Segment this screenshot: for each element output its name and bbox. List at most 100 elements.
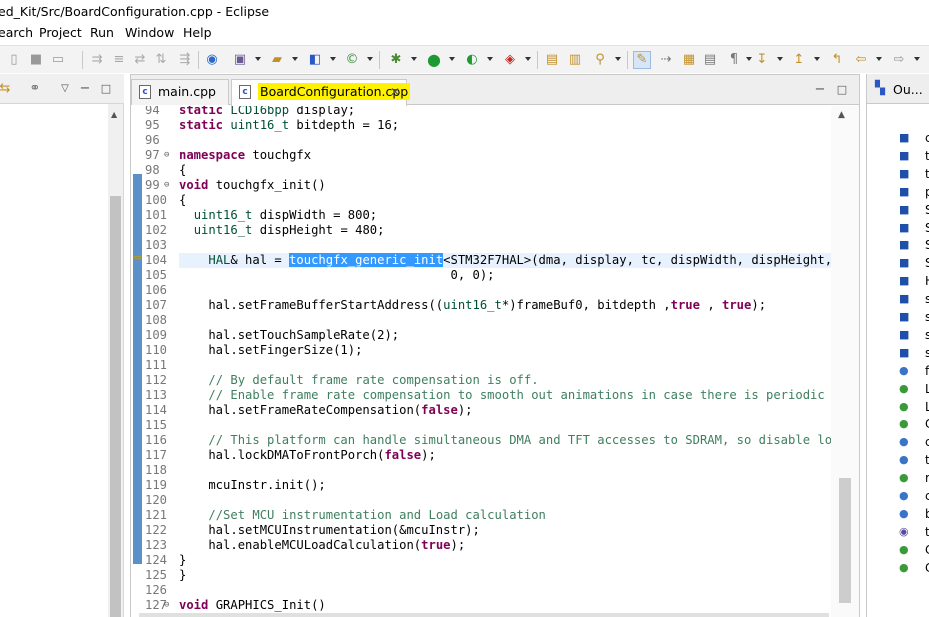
code-line[interactable]: 0, 0); <box>179 268 831 283</box>
scroll-up-icon[interactable]: ▲ <box>838 110 845 120</box>
outline-item[interactable]: ● c <box>899 488 929 505</box>
stop-icon[interactable]: ■ <box>27 51 45 69</box>
open-type-icon[interactable]: ▤ <box>543 51 561 69</box>
code-area[interactable]: ⇨ 94 95 96 97 ⊖ 98 99 ⊖ 100 101 102 103 104 105 106 107… <box>131 106 831 617</box>
maximize-icon[interactable]: □ <box>97 80 115 98</box>
previous-edit-icon[interactable]: ↥ <box>790 51 808 69</box>
debug-icon[interactable]: ✱ <box>387 51 405 69</box>
code-line[interactable] <box>179 133 831 148</box>
editor-maximize-icon[interactable]: □ <box>833 81 851 99</box>
outline-item[interactable]: ■ c <box>899 130 929 147</box>
back-icon[interactable]: ⇦ <box>852 51 870 69</box>
code-line[interactable]: } <box>179 568 831 583</box>
code-line[interactable] <box>179 493 831 508</box>
tab-boardconfiguration-cpp[interactable]: c BoardConfiguration.cpp ✕ <box>231 79 411 106</box>
step-over-icon[interactable]: ⇉ <box>88 51 106 69</box>
step-return-icon[interactable]: ⇄ <box>131 51 149 69</box>
forward-icon[interactable]: ⇨ <box>890 51 908 69</box>
code-line[interactable]: mcuInstr.init(); <box>179 478 831 493</box>
outline-item[interactable]: ● c <box>899 434 929 451</box>
outline-item[interactable]: ◉ t <box>899 524 929 541</box>
outline-item[interactable]: ■ s <box>899 309 929 326</box>
code-line[interactable] <box>179 313 831 328</box>
fold-toggle-icon[interactable]: ⊖ <box>164 598 169 613</box>
tab-main-cpp[interactable]: c main.cpp <box>131 79 229 105</box>
outline-item[interactable]: ■ S <box>899 202 929 219</box>
outline-item[interactable]: ■ S <box>899 255 929 272</box>
code-line[interactable] <box>179 358 831 373</box>
code-line[interactable]: { <box>179 163 831 178</box>
code-line[interactable]: uint16_t dispHeight = 480; <box>179 223 831 238</box>
show-whitespace-icon[interactable]: ¶ <box>725 51 743 69</box>
next-annotation-icon[interactable]: ⇢ <box>657 51 675 69</box>
minimize-icon[interactable]: − <box>76 80 94 98</box>
next-edit-icon[interactable]: ↧ <box>753 51 771 69</box>
open-resource-icon[interactable]: ▥ <box>566 51 584 69</box>
code-line[interactable]: namespace touchgfx <box>179 148 831 163</box>
outline-item[interactable]: ■ s <box>899 291 929 308</box>
code-line[interactable]: // Enable frame rate compensation to smo… <box>179 388 831 403</box>
code-line[interactable] <box>179 418 831 433</box>
code-line[interactable] <box>179 583 831 598</box>
fold-toggle-icon[interactable]: ⊖ <box>164 148 169 163</box>
highlight-toggle-icon[interactable]: ✎ <box>633 51 651 69</box>
step-filter-icon[interactable]: ⇅ <box>152 51 170 69</box>
code-line[interactable]: //Set MCU instrumentation and Load calcu… <box>179 508 831 523</box>
outline-item[interactable]: ■ s <box>899 327 929 344</box>
search-icon[interactable]: ⚲ <box>591 51 609 69</box>
code-line[interactable]: HAL& hal = touchgfx_generic_init<STM32F7… <box>179 253 831 268</box>
close-icon[interactable]: ✕ <box>390 80 400 104</box>
fold-toggle-icon[interactable]: ⊖ <box>164 178 169 193</box>
outline-item[interactable]: ● t <box>899 452 929 469</box>
code-line[interactable]: hal.setFrameRateCompensation(false); <box>179 403 831 418</box>
new-project-icon[interactable]: ▣ <box>231 51 249 69</box>
new-class-icon[interactable]: © <box>343 51 361 69</box>
last-edit-location-icon[interactable]: ↰ <box>828 51 846 69</box>
code-line[interactable]: { <box>179 193 831 208</box>
outline-item[interactable]: ■H <box>899 273 929 290</box>
new-source-icon[interactable]: ◧ <box>306 51 324 69</box>
editor-vertical-scrollbar[interactable]: ▲ <box>831 106 859 617</box>
outline-item[interactable]: ● f <box>899 363 929 380</box>
editor-scroll-thumb[interactable] <box>839 478 851 603</box>
menu-search[interactable]: earch <box>0 25 33 40</box>
outline-item[interactable]: ■ s <box>899 345 929 362</box>
outline-item[interactable]: ● L <box>899 399 929 416</box>
editor-horizontal-scroll-thumb[interactable] <box>139 613 829 617</box>
code-line[interactable]: void touchgfx_init() <box>179 178 831 193</box>
code-line[interactable]: hal.setFrameBufferStartAddress((uint16_t… <box>179 298 831 313</box>
filter-icon[interactable]: ⚭ <box>26 80 44 98</box>
disconnect-icon[interactable]: ▭ <box>49 51 67 69</box>
code-line[interactable]: hal.enableMCULoadCalculation(true); <box>179 538 831 553</box>
code-lines[interactable]: static LCD16bpp display; static uint16_t … <box>179 106 831 617</box>
open-folder-icon[interactable]: ▰ <box>268 51 286 69</box>
external-tools-icon[interactable]: ◈ <box>501 51 519 69</box>
menu-help[interactable]: Help <box>183 25 212 40</box>
menu-project[interactable]: Project <box>39 25 82 40</box>
outline-item[interactable]: ●C <box>899 542 929 559</box>
code-line[interactable]: hal.setMCUInstrumentation(&mcuInstr); <box>179 523 831 538</box>
outline-title[interactable]: Ou... <box>893 82 923 97</box>
code-line[interactable]: static uint16_t bitdepth = 16; <box>179 118 831 133</box>
code-line[interactable]: // By default frame rate compensation is… <box>179 373 831 388</box>
outline-item[interactable]: ● r <box>899 470 929 487</box>
left-scroll-thumb[interactable] <box>110 196 121 617</box>
menu-run[interactable]: Run <box>90 25 114 40</box>
code-line[interactable]: // This platform can handle simultaneous… <box>179 433 831 448</box>
menu-window[interactable]: Window <box>125 25 174 40</box>
code-line[interactable] <box>179 463 831 478</box>
outline-item[interactable]: ■ S <box>899 237 929 254</box>
outline-item[interactable]: ●C <box>899 560 929 577</box>
run-icon[interactable]: ● <box>425 51 443 69</box>
code-line[interactable] <box>179 283 831 298</box>
code-line[interactable]: hal.setTouchSampleRate(2); <box>179 328 831 343</box>
code-line[interactable]: void GRAPHICS_Init() <box>179 598 831 613</box>
code-line[interactable]: static LCD16bpp display; <box>179 106 831 118</box>
outline-item[interactable]: ● b <box>899 506 929 523</box>
mark-occurrences-icon[interactable]: ▦ <box>680 51 698 69</box>
link-editor-icon[interactable]: ⇆ <box>0 80 14 98</box>
step-into-icon[interactable]: ≡ <box>110 51 128 69</box>
view-menu-icon[interactable]: ▽ <box>56 80 74 98</box>
code-line[interactable]: uint16_t dispWidth = 800; <box>179 208 831 223</box>
code-line[interactable]: hal.lockDMAToFrontPorch(false); <box>179 448 831 463</box>
